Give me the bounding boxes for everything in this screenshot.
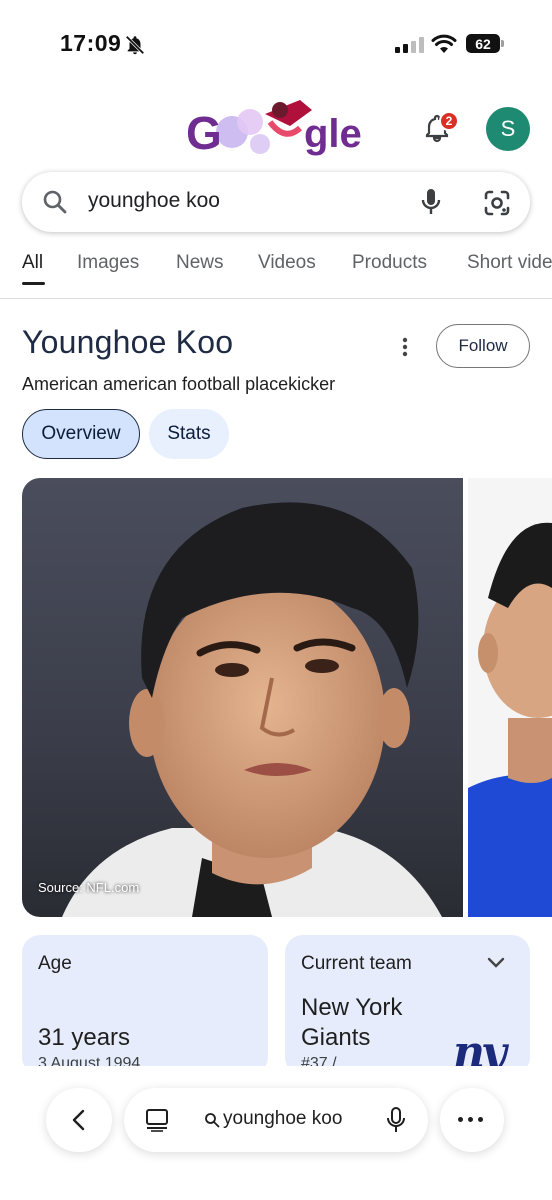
search-icon: [43, 190, 67, 214]
team-label: Current team: [301, 953, 412, 974]
doodle-g: G: [186, 107, 222, 159]
team-name-line2: Giants: [301, 1024, 371, 1051]
tabs-divider: [0, 298, 552, 299]
bell-off-icon: [125, 35, 145, 55]
age-card[interactable]: Age 31 years 3 August 1994: [22, 935, 268, 1075]
entity-subtitle: American american football placekicker: [22, 374, 336, 394]
entity-photo-secondary[interactable]: [468, 478, 552, 917]
status-bar: 17:09 62: [0, 0, 552, 90]
team-name-line1: New York: [301, 994, 403, 1021]
mic-icon[interactable]: [419, 187, 443, 217]
tab-products[interactable]: Products: [352, 252, 427, 274]
photo-source-caption: Source: NFL.com: [38, 880, 140, 895]
chevron-down-icon[interactable]: [485, 955, 507, 971]
more-menu-button[interactable]: [440, 1088, 504, 1152]
search-input[interactable]: younghoe koo: [88, 189, 220, 213]
google-lens-icon[interactable]: [483, 189, 511, 217]
tab-short-videos[interactable]: Short vide: [467, 252, 552, 274]
signal-icon: [395, 37, 424, 53]
more-horizontal-icon: [458, 1117, 483, 1122]
tab-news[interactable]: News: [176, 252, 224, 274]
player-portrait: [22, 478, 463, 917]
chip-stats[interactable]: Stats: [149, 409, 229, 459]
notification-badge: 2: [439, 111, 459, 131]
bottom-search-query[interactable]: younghoe koo: [223, 1108, 342, 1130]
chevron-left-icon: [72, 1109, 85, 1131]
tab-all[interactable]: All: [22, 252, 43, 274]
follow-button[interactable]: Follow: [436, 324, 530, 368]
bottom-search-pill[interactable]: younghoe koo: [124, 1088, 428, 1152]
age-label: Age: [38, 953, 72, 974]
chip-overview[interactable]: Overview: [22, 409, 140, 459]
tabs-icon[interactable]: [144, 1108, 170, 1132]
battery-icon: 62: [466, 34, 500, 53]
back-button[interactable]: [46, 1088, 112, 1152]
search-tabs: All Images News Videos Products Short vi…: [22, 252, 552, 292]
more-options-icon[interactable]: [398, 336, 412, 358]
google-doodle-logo[interactable]: G gle: [180, 92, 380, 164]
entity-photo-main[interactable]: [22, 478, 463, 917]
player-portrait-2: [468, 478, 552, 917]
battery-tip: [501, 40, 504, 47]
avatar[interactable]: S: [486, 107, 530, 151]
search-bar[interactable]: younghoe koo: [22, 172, 530, 232]
mic-icon-small[interactable]: [386, 1106, 406, 1134]
entity-title: Younghoe Koo: [22, 324, 234, 360]
wifi-icon: [431, 34, 457, 53]
tab-images[interactable]: Images: [77, 252, 139, 274]
active-tab-indicator: [22, 282, 45, 285]
current-team-card[interactable]: Current team New York Giants #37 / ny: [285, 935, 530, 1075]
age-value: 31 years: [38, 1024, 131, 1051]
search-icon-small: [205, 1113, 220, 1128]
status-time: 17:09: [60, 30, 122, 56]
tab-videos[interactable]: Videos: [258, 252, 316, 274]
doodle-gle: gle: [304, 112, 362, 156]
